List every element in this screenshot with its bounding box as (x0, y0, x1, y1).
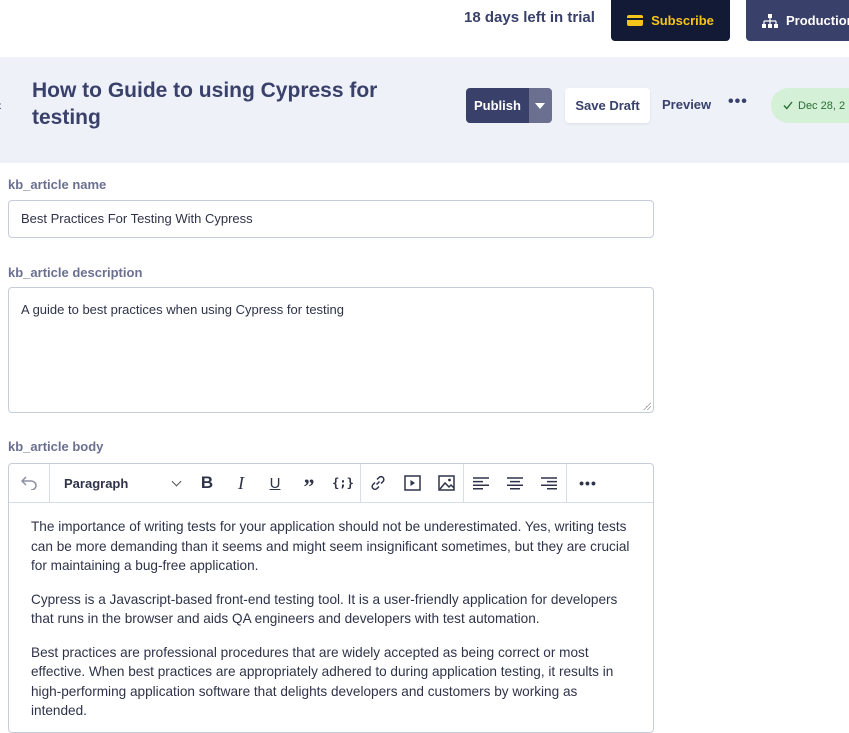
undo-icon[interactable] (9, 464, 49, 503)
description-textarea[interactable]: A guide to best practices when using Cyp… (8, 287, 654, 413)
more-options-icon[interactable]: ••• (728, 93, 748, 111)
paragraph: Best practices are professional procedur… (31, 644, 614, 719)
publish-button-group: Publish (466, 88, 552, 123)
page-title: How to Guide to using Cypress for testin… (32, 79, 378, 129)
environment-production-button[interactable]: Production (746, 0, 849, 41)
align-left-icon[interactable] (464, 464, 498, 503)
chevron-down-icon (171, 476, 182, 486)
subscribe-button[interactable]: Subscribe (611, 0, 730, 41)
underline-icon[interactable]: U (258, 464, 292, 503)
bold-icon[interactable]: B (190, 464, 224, 503)
link-icon[interactable] (361, 464, 395, 503)
body-field-label: kb_article body (8, 439, 104, 454)
code-block-icon[interactable]: {;} (326, 464, 360, 503)
italic-icon[interactable]: I (224, 464, 258, 503)
description-field-label: kb_article description (8, 265, 143, 280)
align-right-icon[interactable] (532, 464, 566, 503)
image-icon[interactable] (429, 464, 463, 503)
history-group (9, 464, 50, 503)
publish-options-button[interactable] (528, 88, 552, 123)
blockquote-icon[interactable]: ” (292, 464, 326, 503)
status-badge: Dec 28, 2 (771, 88, 849, 123)
paragraph: Cypress is a Javascript-based front-end … (31, 591, 618, 627)
name-field-label: kb_article name (8, 177, 107, 192)
name-input[interactable]: Best Practices For Testing With Cypress (8, 200, 654, 238)
article-header: ‹ How to Guide to using Cypress for test… (0, 57, 849, 163)
format-group: Paragraph B I U ” {;} (50, 464, 361, 503)
check-icon (783, 101, 793, 110)
more-tools-icon[interactable]: ••• (567, 464, 609, 503)
subscribe-label: Subscribe (651, 13, 714, 28)
block-format-value: Paragraph (64, 475, 129, 491)
trial-remaining-text: 18 days left in trial (464, 9, 595, 26)
caret-down-icon (535, 102, 546, 109)
overflow-group: ••• (567, 464, 609, 503)
resize-handle-icon[interactable] (643, 402, 651, 410)
top-bar: 18 days left in trial Subscribe Producti… (0, 0, 849, 57)
insert-group (361, 464, 464, 503)
preview-button[interactable]: Preview (662, 97, 711, 112)
editor-toolbar: Paragraph B I U ” {;} ••• (9, 464, 653, 503)
video-icon[interactable] (395, 464, 429, 503)
rich-text-editor: Paragraph B I U ” {;} ••• The importance… (8, 463, 654, 733)
paragraph: The importance of writing tests for your… (31, 519, 630, 573)
block-format-select[interactable]: Paragraph (50, 464, 190, 503)
production-label: Production (786, 13, 849, 28)
align-center-icon[interactable] (498, 464, 532, 503)
editor-content[interactable]: The importance of writing tests for your… (9, 503, 653, 721)
save-draft-button[interactable]: Save Draft (565, 88, 650, 123)
status-date: Dec 28, 2 (798, 99, 846, 112)
back-chevron-icon[interactable]: ‹ (0, 97, 2, 113)
publish-button[interactable]: Publish (466, 88, 529, 123)
description-text: A guide to best practices when using Cyp… (21, 302, 345, 317)
sitemap-icon (762, 13, 778, 28)
credit-card-icon (627, 15, 644, 26)
align-group (464, 464, 567, 503)
